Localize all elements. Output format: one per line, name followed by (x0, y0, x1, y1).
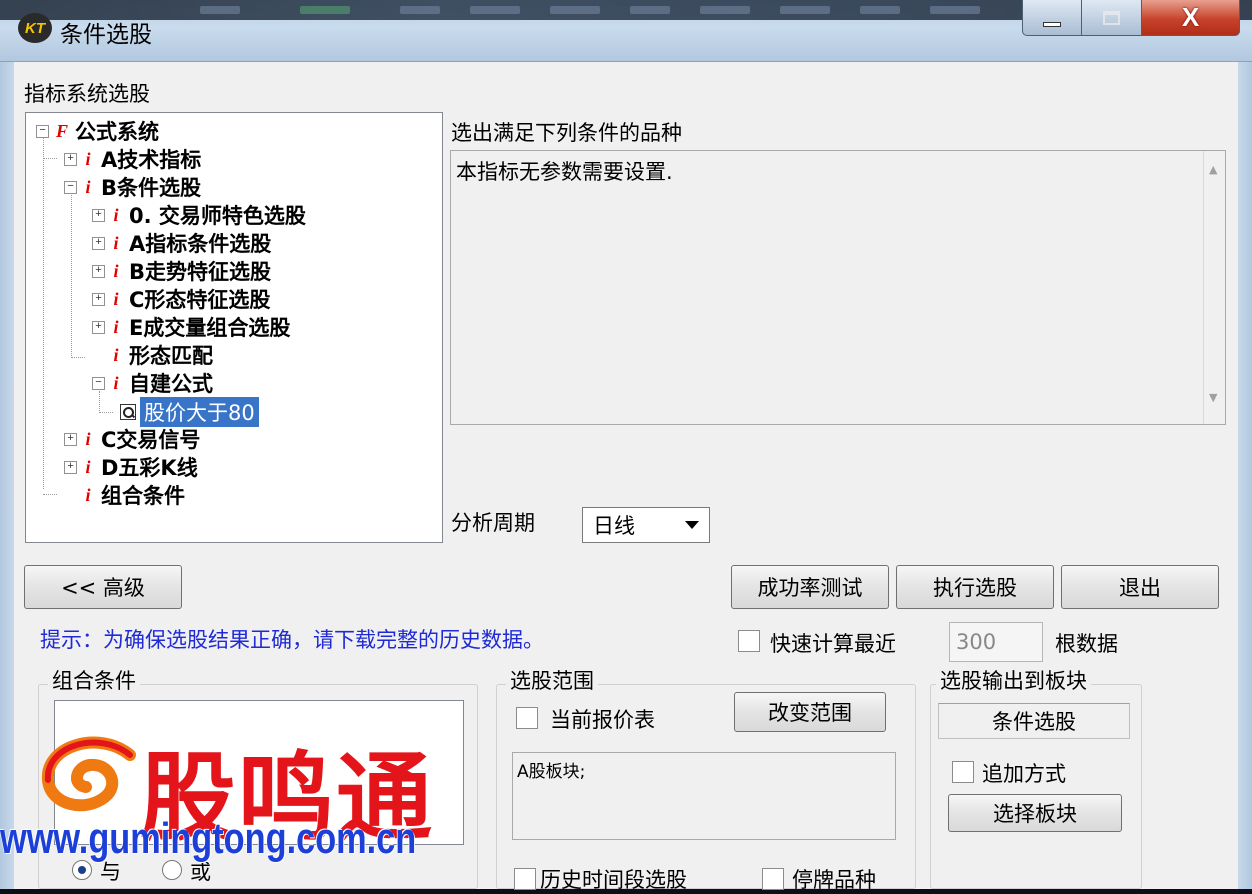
range-text: A股板块; (517, 762, 586, 782)
expand-icon[interactable]: + (64, 152, 77, 166)
suspended-checkbox[interactable] (762, 868, 784, 890)
scroll-down-icon[interactable]: ▼ (1209, 391, 1217, 404)
indicator-i-icon: i (113, 344, 119, 365)
indicator-i-icon: i (85, 456, 91, 477)
expand-icon[interactable]: + (92, 320, 105, 334)
range-list[interactable]: A股板块; (512, 752, 896, 840)
choose-block-button[interactable]: 选择板块 (948, 794, 1122, 832)
tree-node-price-above-80[interactable]: 股价大于80 (120, 397, 259, 427)
watermark-url: www.gumingtong.com.cn (0, 814, 417, 863)
indicator-i-icon: i (113, 204, 119, 225)
conditions-label: 选出满足下列条件的品种 (451, 121, 682, 145)
output-block-target: 条件选股 (938, 703, 1130, 739)
tree-node-color-k-line[interactable]: + i D五彩K线 (64, 453, 198, 481)
dropdown-arrow-icon (685, 521, 699, 529)
expand-icon[interactable]: + (92, 236, 105, 250)
tree-node-trend-feature[interactable]: + i B走势特征选股 (92, 257, 271, 285)
history-period-label: 历史时间段选股 (540, 868, 687, 892)
output-group-title: 选股输出到板块 (936, 665, 1091, 695)
expand-icon[interactable]: + (92, 208, 105, 222)
maximize-icon (1103, 10, 1120, 25)
minimize-icon (1043, 22, 1061, 27)
collapse-icon[interactable]: − (36, 124, 49, 138)
window-frame-right (1238, 62, 1252, 889)
section-label: 指标系统选股 (24, 82, 150, 106)
tree-node-pattern-match[interactable]: i 形态匹配 (92, 341, 213, 369)
maximize-button[interactable] (1082, 0, 1142, 36)
formula-f-icon: F (55, 120, 68, 141)
period-value: 日线 (593, 514, 635, 538)
bar-count-input[interactable]: 300 (949, 622, 1043, 662)
advanced-button[interactable]: << 高级 (24, 565, 182, 609)
change-range-button[interactable]: 改变范围 (734, 692, 886, 732)
indicator-i-icon: i (85, 484, 91, 505)
formula-tree[interactable]: − F 公式系统 + i A技术指标 − i B条件选股 + i 0. 交易师特… (25, 112, 443, 543)
indicator-i-icon: i (113, 232, 119, 253)
tree-node-combined-conditions[interactable]: i 组合条件 (64, 481, 185, 509)
indicator-i-icon: i (85, 428, 91, 449)
condition-stock-selection-window: KT 条件选股 X 指标系统选股 − F 公式系统 + i A技术指标 − i … (0, 0, 1252, 892)
tree-node-volume-combo[interactable]: + i E成交量组合选股 (92, 313, 290, 341)
history-period-checkbox[interactable] (514, 868, 536, 890)
current-quote-label: 当前报价表 (550, 708, 655, 732)
close-button[interactable]: X (1142, 0, 1240, 36)
period-select[interactable]: 日线 (582, 507, 710, 543)
watermark-swirl-logo (41, 736, 136, 812)
title-bar[interactable]: KT 条件选股 X (0, 0, 1252, 62)
tree-node-trade-signals[interactable]: + i C交易信号 (64, 425, 200, 453)
indicator-i-icon: i (85, 176, 91, 197)
tree-node-trader-special[interactable]: + i 0. 交易师特色选股 (92, 201, 306, 229)
tree-node-custom-formula[interactable]: − i 自建公式 (92, 369, 213, 397)
window-title: 条件选股 (60, 22, 152, 48)
indicator-i-icon: i (113, 372, 119, 393)
expand-icon[interactable]: + (92, 264, 105, 278)
combo-group-title: 组合条件 (48, 665, 140, 695)
expand-icon[interactable]: + (64, 460, 77, 474)
fast-calc-label: 快速计算最近 (770, 632, 896, 656)
selected-tree-label: 股价大于80 (140, 397, 259, 427)
indicator-i-icon: i (113, 288, 119, 309)
exit-button[interactable]: 退出 (1061, 565, 1219, 609)
append-mode-label: 追加方式 (982, 762, 1066, 786)
range-group-title: 选股范围 (506, 665, 598, 695)
tree-node-indicator-condition[interactable]: + i A指标条件选股 (92, 229, 271, 257)
bar-count-suffix: 根数据 (1055, 632, 1118, 656)
condition-description-text: 本指标无参数需要设置. (456, 160, 673, 184)
current-quote-checkbox[interactable] (516, 707, 538, 729)
period-label: 分析周期 (451, 511, 535, 535)
data-hint: 提示：为确保选股结果正确，请下载完整的历史数据。 (40, 628, 544, 652)
collapse-icon[interactable]: − (64, 180, 77, 194)
condition-description-box[interactable]: 本指标无参数需要设置. ▲ ▼ (450, 150, 1226, 425)
minimize-button[interactable] (1022, 0, 1082, 36)
fast-calc-checkbox[interactable] (738, 630, 760, 652)
tree-node-pattern-feature[interactable]: + i C形态特征选股 (92, 285, 270, 313)
search-formula-icon (120, 404, 136, 420)
description-scrollbar[interactable]: ▲ ▼ (1203, 151, 1225, 424)
tree-node-tech-indicators[interactable]: + i A技术指标 (64, 145, 201, 173)
success-rate-test-button[interactable]: 成功率测试 (731, 565, 889, 609)
expand-icon[interactable]: + (64, 432, 77, 446)
tree-node-condition-selection[interactable]: − i B条件选股 (64, 173, 201, 201)
indicator-i-icon: i (113, 260, 119, 281)
expand-icon[interactable]: + (92, 292, 105, 306)
suspended-label: 停牌品种 (792, 868, 876, 892)
append-mode-checkbox[interactable] (952, 761, 974, 783)
execute-selection-button[interactable]: 执行选股 (896, 565, 1054, 609)
app-logo-icon: KT (18, 13, 52, 43)
indicator-i-icon: i (113, 316, 119, 337)
tree-node-root[interactable]: − F 公式系统 (36, 117, 159, 145)
collapse-icon[interactable]: − (92, 376, 105, 390)
close-icon: X (1181, 2, 1200, 32)
indicator-i-icon: i (85, 148, 91, 169)
window-frame-left (0, 62, 14, 889)
scroll-up-icon[interactable]: ▲ (1209, 163, 1217, 176)
